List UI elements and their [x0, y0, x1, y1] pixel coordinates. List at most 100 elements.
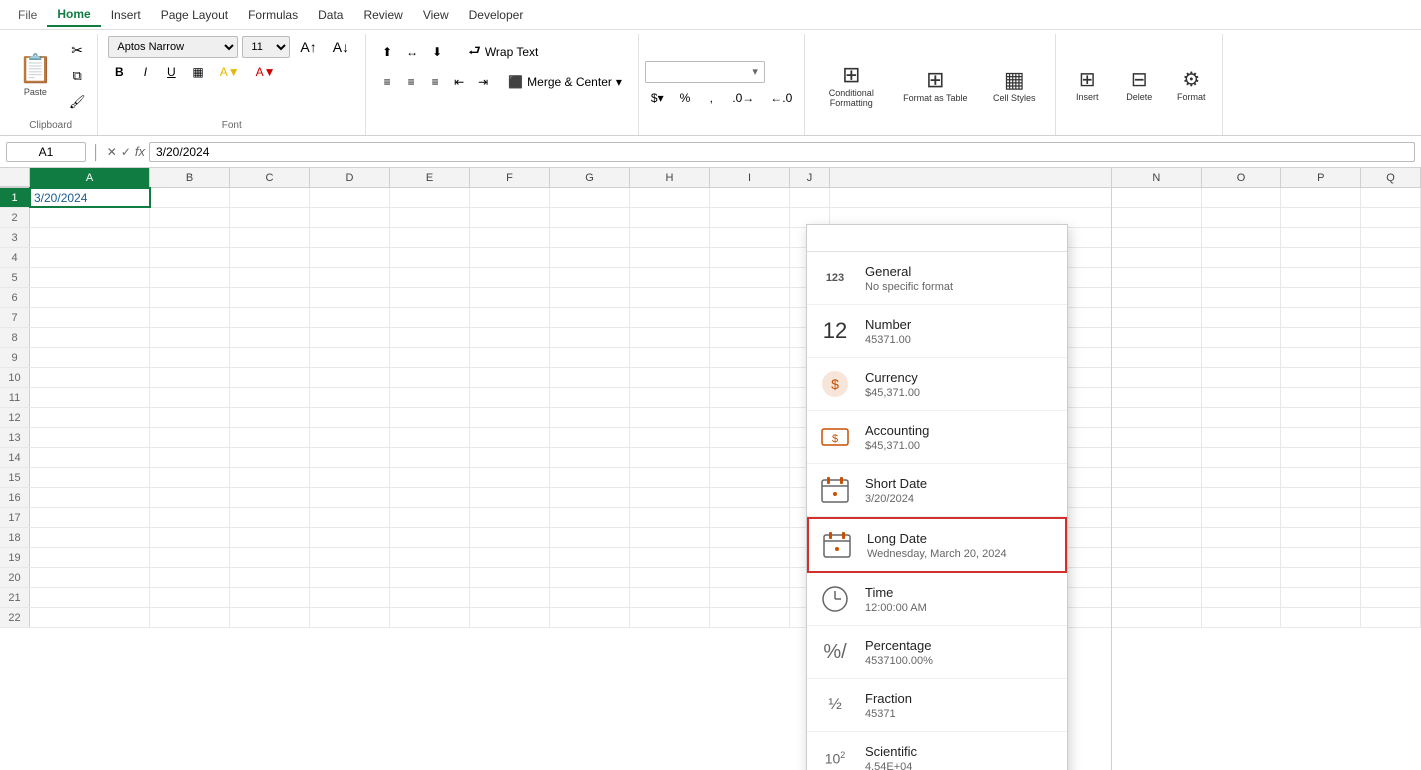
cell-C22[interactable] [230, 608, 310, 627]
wrap-text-button[interactable]: ⮐ Wrap Text [462, 36, 544, 68]
cell-G11[interactable] [550, 388, 630, 407]
right-cell-11-1[interactable] [1202, 388, 1282, 407]
cell-C20[interactable] [230, 568, 310, 587]
right-cell-11-3[interactable] [1361, 388, 1421, 407]
cell-D22[interactable] [310, 608, 390, 627]
cell-A5[interactable] [30, 268, 150, 287]
cell-C11[interactable] [230, 388, 310, 407]
cell-I6[interactable] [710, 288, 790, 307]
cell-B12[interactable] [150, 408, 230, 427]
cell-A1[interactable]: 3/20/2024 [30, 188, 150, 207]
cell-D6[interactable] [310, 288, 390, 307]
right-cell-22-2[interactable] [1281, 608, 1361, 627]
right-cell-16-2[interactable] [1281, 488, 1361, 507]
right-cell-12-2[interactable] [1281, 408, 1361, 427]
cell-C5[interactable] [230, 268, 310, 287]
font-color-button[interactable]: A▼ [250, 61, 282, 83]
tab-file[interactable]: File [8, 4, 47, 26]
cell-H10[interactable] [630, 368, 710, 387]
format-search-input[interactable] [807, 225, 1067, 252]
cell-I2[interactable] [710, 208, 790, 227]
cell-C2[interactable] [230, 208, 310, 227]
right-cell-21-1[interactable] [1202, 588, 1282, 607]
cell-H5[interactable] [630, 268, 710, 287]
cell-G14[interactable] [550, 448, 630, 467]
cell-I4[interactable] [710, 248, 790, 267]
cell-A13[interactable] [30, 428, 150, 447]
right-cell-15-1[interactable] [1202, 468, 1282, 487]
cell-C17[interactable] [230, 508, 310, 527]
cell-J1[interactable] [790, 188, 830, 207]
cell-C13[interactable] [230, 428, 310, 447]
align-center-button[interactable]: ≡ [400, 71, 422, 93]
cell-I17[interactable] [710, 508, 790, 527]
cell-F20[interactable] [470, 568, 550, 587]
cell-C19[interactable] [230, 548, 310, 567]
cell-F5[interactable] [470, 268, 550, 287]
indent-increase-button[interactable]: ⇥ [472, 71, 494, 93]
cell-C8[interactable] [230, 328, 310, 347]
cell-B16[interactable] [150, 488, 230, 507]
cell-F6[interactable] [470, 288, 550, 307]
cell-H17[interactable] [630, 508, 710, 527]
cell-B17[interactable] [150, 508, 230, 527]
increase-font-button[interactable]: A↑ [294, 36, 322, 58]
cell-C18[interactable] [230, 528, 310, 547]
cell-E10[interactable] [390, 368, 470, 387]
cell-D5[interactable] [310, 268, 390, 287]
right-cell-19-0[interactable] [1112, 548, 1202, 567]
col-header-P[interactable]: P [1281, 168, 1361, 187]
align-bottom-button[interactable]: ⬇ [426, 41, 448, 63]
tab-page-layout[interactable]: Page Layout [151, 4, 238, 26]
cell-F16[interactable] [470, 488, 550, 507]
cell-G21[interactable] [550, 588, 630, 607]
cell-I3[interactable] [710, 228, 790, 247]
right-cell-3-2[interactable] [1281, 228, 1361, 247]
cell-A4[interactable] [30, 248, 150, 267]
right-cell-11-0[interactable] [1112, 388, 1202, 407]
paste-button[interactable]: 📋 Paste [10, 38, 61, 114]
right-cell-17-2[interactable] [1281, 508, 1361, 527]
cell-C15[interactable] [230, 468, 310, 487]
cell-E20[interactable] [390, 568, 470, 587]
cell-E18[interactable] [390, 528, 470, 547]
right-cell-21-3[interactable] [1361, 588, 1421, 607]
cell-D18[interactable] [310, 528, 390, 547]
cell-H20[interactable] [630, 568, 710, 587]
right-cell-22-0[interactable] [1112, 608, 1202, 627]
cell-G10[interactable] [550, 368, 630, 387]
cell-C9[interactable] [230, 348, 310, 367]
tab-review[interactable]: Review [353, 4, 412, 26]
cell-C4[interactable] [230, 248, 310, 267]
right-cell-5-0[interactable] [1112, 268, 1202, 287]
right-cell-20-1[interactable] [1202, 568, 1282, 587]
cell-D3[interactable] [310, 228, 390, 247]
cell-G7[interactable] [550, 308, 630, 327]
right-cell-13-2[interactable] [1281, 428, 1361, 447]
italic-button[interactable]: I [134, 61, 156, 83]
right-cell-13-0[interactable] [1112, 428, 1202, 447]
right-cell-13-1[interactable] [1202, 428, 1282, 447]
cell-F2[interactable] [470, 208, 550, 227]
cell-B5[interactable] [150, 268, 230, 287]
right-cell-12-0[interactable] [1112, 408, 1202, 427]
increase-decimal-button[interactable]: .0→ [726, 87, 760, 109]
right-cell-12-3[interactable] [1361, 408, 1421, 427]
right-cell-10-0[interactable] [1112, 368, 1202, 387]
right-cell-10-3[interactable] [1361, 368, 1421, 387]
tab-insert[interactable]: Insert [101, 4, 151, 26]
right-cell-13-3[interactable] [1361, 428, 1421, 447]
cell-F7[interactable] [470, 308, 550, 327]
delete-button[interactable]: ⊟ Delete [1114, 47, 1164, 123]
cell-G18[interactable] [550, 528, 630, 547]
right-cell-15-2[interactable] [1281, 468, 1361, 487]
cell-E6[interactable] [390, 288, 470, 307]
cell-H13[interactable] [630, 428, 710, 447]
col-header-E[interactable]: E [390, 168, 470, 187]
cell-A16[interactable] [30, 488, 150, 507]
cell-B8[interactable] [150, 328, 230, 347]
cell-B7[interactable] [150, 308, 230, 327]
cell-I16[interactable] [710, 488, 790, 507]
comma-button[interactable]: , [700, 87, 722, 109]
cell-H3[interactable] [630, 228, 710, 247]
